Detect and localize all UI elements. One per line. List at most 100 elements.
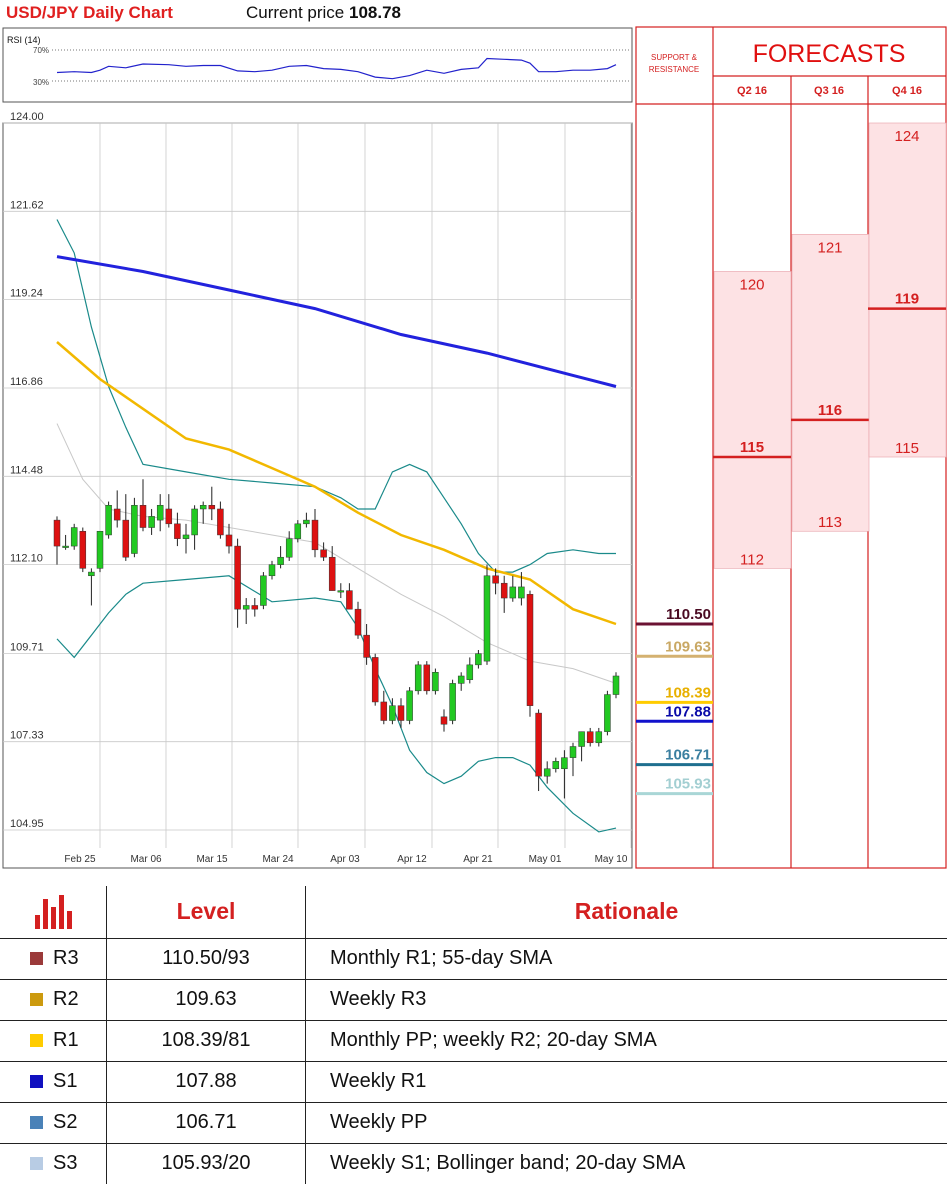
quarter-q3: Q3 16 (814, 85, 844, 97)
candle-body (475, 653, 482, 666)
candle-body (148, 516, 155, 528)
candle (449, 679, 456, 725)
y-tick-label: 116.86 (10, 376, 43, 388)
candle-body (174, 523, 181, 539)
candle-body (131, 505, 138, 554)
forecasts-title: FORECASTS (753, 40, 906, 68)
candle-body (268, 564, 276, 577)
candle-body (449, 683, 456, 721)
forecast-low-label: 115 (895, 440, 919, 457)
sr-heading-line1: SUPPORT & (651, 53, 698, 62)
table-header-rationale: Rationale (574, 898, 679, 925)
table-row: S1 107.88 Weekly R1 (0, 1061, 947, 1102)
candle-body (294, 523, 302, 539)
candle-body (423, 664, 431, 692)
rsi-upper-label: 70% (33, 46, 49, 55)
r2-color-swatch (30, 993, 43, 1006)
y-tick-label: 119.24 (10, 288, 43, 300)
x-tick-label: Apr 21 (463, 854, 493, 865)
candle-body (242, 605, 250, 610)
sr-level-label: 108.39 (665, 684, 711, 701)
candle-body (199, 505, 207, 510)
candle-body (466, 664, 474, 680)
row-rationale: Weekly PP (330, 1111, 428, 1133)
candle (260, 572, 267, 610)
candle-body (543, 768, 551, 777)
x-tick-label: May 10 (595, 854, 628, 865)
candle-body (414, 664, 422, 692)
quarter-q4: Q4 16 (892, 85, 922, 97)
candle (70, 523, 78, 550)
y-tick-label: 124.00 (10, 111, 44, 123)
forecast-high-label: 124 (894, 128, 919, 145)
levels-table: Level Rationale R3 110.50/93 Monthly R1;… (0, 886, 947, 1184)
candle-body (285, 538, 293, 558)
forecast-high-label: 121 (817, 239, 842, 256)
candle-body (518, 586, 525, 599)
candle-body (440, 716, 448, 725)
forecast-mid-label: 116 (818, 402, 842, 419)
y-tick-label: 121.62 (10, 199, 44, 211)
row-key: R2 (53, 988, 79, 1010)
x-tick-label: Mar 06 (130, 854, 162, 865)
candle-body (311, 519, 319, 551)
s1-color-swatch (30, 1075, 43, 1088)
candle-body (483, 575, 491, 662)
candle (483, 564, 491, 665)
sr-heading-line2: RESISTANCE (649, 65, 700, 74)
table-row: R3 110.50/93 Monthly R1; 55-day SMA (0, 938, 947, 979)
candle-body (165, 508, 173, 525)
candle-body (457, 675, 465, 684)
row-rationale: Weekly R1 (330, 1070, 427, 1092)
s3-color-swatch (30, 1157, 43, 1171)
row-rationale: Weekly S1; Bollinger band; 20-day SMA (330, 1152, 686, 1175)
sr-level-label: 110.50 (666, 606, 711, 623)
r3-color-swatch (30, 952, 43, 965)
row-key: R1 (53, 1029, 79, 1051)
candle-body (234, 545, 241, 610)
candle-body (156, 505, 164, 521)
candle (131, 497, 138, 558)
candle-body (492, 575, 499, 584)
candle-body (569, 746, 577, 758)
x-tick-label: Mar 15 (196, 854, 228, 865)
row-rationale: Monthly R1; 55-day SMA (330, 947, 553, 969)
candle-body (337, 590, 345, 593)
table-row: S2 106.71 Weekly PP (0, 1102, 947, 1143)
candle (423, 661, 431, 695)
candle-body (79, 530, 87, 569)
candle-body (122, 519, 130, 558)
candle-body (371, 657, 379, 703)
row-key: S3 (53, 1152, 78, 1175)
rsi-lower-label: 30% (33, 78, 49, 87)
table-header-icon-cell (0, 886, 107, 938)
row-level: 110.50/93 (106, 938, 306, 979)
forecast-mid-label: 119 (895, 291, 919, 308)
candlestick-chart: RSI (14) 70% 30% 124.00 121.62 119.24 116.8… (2, 26, 947, 869)
candle-body (380, 701, 388, 721)
candle (526, 590, 534, 717)
sr-level-label: 109.63 (665, 638, 711, 655)
candle-body (552, 761, 560, 770)
sr-level-label: 105.93 (665, 776, 711, 793)
forecast-range-box (791, 234, 870, 532)
candle-body (406, 690, 413, 721)
s2-color-swatch (30, 1116, 43, 1129)
candle-body (191, 508, 198, 536)
candle (432, 668, 439, 695)
candle-body (526, 594, 534, 706)
row-rationale: Weekly R3 (330, 988, 427, 1010)
candle-body (389, 705, 396, 721)
x-tick-label: Apr 12 (397, 854, 427, 865)
candle (371, 653, 379, 706)
candle-body (113, 508, 121, 521)
candle-body (509, 586, 517, 599)
row-level: 109.63 (106, 979, 306, 1020)
candle-body (535, 712, 542, 777)
forecast-mid-label: 115 (740, 439, 764, 456)
forecast-high-label: 120 (739, 276, 764, 293)
x-tick-label: Apr 03 (330, 854, 360, 865)
row-level: 106.71 (106, 1102, 306, 1143)
rsi-label: RSI (14) (7, 35, 41, 45)
candle-body (260, 575, 267, 606)
